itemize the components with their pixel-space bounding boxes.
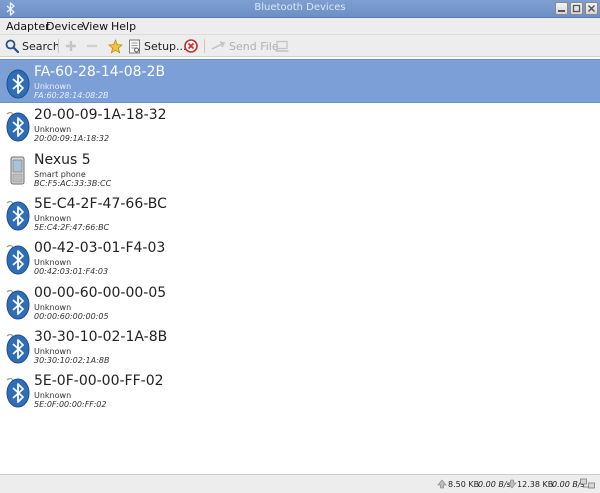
menu-adapter[interactable]: Adapter (6, 20, 50, 33)
device-address: 5E:C4:2F:47:66:BC (34, 223, 110, 232)
send-file-icon (211, 41, 226, 50)
maximize-button[interactable] (570, 2, 583, 15)
device-type: Unknown (34, 214, 72, 223)
title-bar[interactable]: Bluetooth Devices (0, 0, 600, 18)
bluetooth-icon (6, 377, 30, 408)
window-title: Bluetooth Devices (254, 2, 346, 13)
browse-button[interactable] (275, 37, 289, 55)
maximize-icon (572, 4, 581, 13)
device-row[interactable]: 00-00-60-00-00-05 Unknown 00:00:60:00:00… (0, 281, 600, 325)
device-row[interactable]: 5E-C4-2F-47-66-BC Unknown 5E:C4:2F:47:66… (0, 192, 600, 236)
network-status-icon (580, 478, 595, 489)
star-icon (108, 38, 123, 54)
bluetooth-icon (6, 244, 30, 275)
device-name: FA-60-28-14-08-2B (34, 64, 166, 80)
close-icon (587, 4, 596, 13)
bluetooth-icon (6, 200, 30, 231)
minus-icon (87, 44, 97, 48)
bluetooth-icon (6, 111, 30, 142)
device-address: 00:42:03:01:F4:03 (34, 267, 109, 276)
trust-button[interactable] (108, 37, 123, 55)
device-name: 20-00-09-1A-18-32 (34, 107, 167, 123)
search-label: Search (22, 39, 60, 53)
setup-button[interactable]: Setup... (128, 37, 187, 55)
minimize-icon (558, 10, 565, 12)
cancel-button[interactable] (184, 37, 198, 55)
device-row[interactable]: FA-60-28-14-08-2B Unknown FA:60:28:14:08… (0, 59, 600, 103)
device-name: 5E-C4-2F-47-66-BC (34, 196, 167, 212)
device-type: Unknown (34, 391, 72, 400)
search-icon (5, 39, 19, 53)
device-name: 00-42-03-01-F4-03 (34, 240, 166, 256)
device-name: 5E-0F-00-00-FF-02 (34, 373, 164, 389)
toolbar: Search Setup... Send File (0, 35, 600, 57)
device-name: Nexus 5 (34, 152, 91, 168)
status-bar: 8.50 KB 0.00 B/s 12.38 KB 0.00 B/s (0, 474, 600, 493)
search-button[interactable]: Search (5, 37, 60, 55)
menu-view[interactable]: View (82, 20, 108, 33)
device-address: FA:60:28:14:08:2B (34, 91, 109, 100)
send-file-label: Send File (229, 39, 279, 53)
upload-icon (437, 479, 447, 489)
setup-label: Setup... (144, 39, 187, 53)
menu-help[interactable]: Help (111, 20, 136, 33)
device-type: Unknown (34, 303, 72, 312)
device-type: Smart phone (34, 170, 86, 179)
cancel-icon (184, 39, 198, 53)
device-row[interactable]: 00-42-03-01-F4-03 Unknown 00:42:03:01:F4… (0, 236, 600, 280)
upload-total: 8.50 KB (448, 480, 480, 489)
device-row[interactable]: 30-30-10-02-1A-8B Unknown 30:30:10:02:1A… (0, 325, 600, 369)
device-type: Unknown (34, 82, 72, 91)
device-row[interactable]: 5E-0F-00-00-FF-02 Unknown 5E:0F:00:00:FF… (0, 369, 600, 413)
device-address: 20:00:09:1A:18:32 (34, 134, 110, 143)
close-button[interactable] (585, 2, 598, 15)
device-address: 00:00:60:00:00:05 (34, 312, 109, 321)
toolbar-separator (204, 39, 205, 53)
device-address: BC:F5:AC:33:3B:CC (34, 179, 112, 188)
device-row[interactable]: Nexus 5 Smart phone BC:F5:AC:33:3B:CC (0, 148, 600, 192)
minimize-button[interactable] (555, 2, 568, 15)
browse-device-icon (275, 40, 289, 52)
menu-bar: Adapter Device View Help (0, 18, 600, 35)
device-type: Unknown (34, 258, 72, 267)
bluetooth-icon (6, 289, 30, 320)
upload-rate: 0.00 B/s (478, 480, 511, 489)
device-name: 00-00-60-00-00-05 (34, 285, 167, 301)
send-file-button[interactable]: Send File (211, 37, 279, 55)
device-address: 5E:0F:00:00:FF:02 (34, 400, 107, 409)
device-name: 30-30-10-02-1A-8B (34, 329, 168, 345)
download-icon (507, 479, 517, 489)
plus-icon (66, 41, 76, 51)
device-type: Unknown (34, 347, 72, 356)
menu-device[interactable]: Device (46, 20, 84, 33)
device-list: FA-60-28-14-08-2B Unknown FA:60:28:14:08… (0, 57, 600, 474)
device-type: Unknown (34, 125, 72, 134)
add-button[interactable] (65, 37, 77, 55)
bluetooth-icon (6, 68, 30, 99)
toolbar-separator (58, 39, 59, 53)
bluetooth-icon (6, 333, 30, 364)
setup-icon (129, 39, 140, 53)
device-row[interactable]: 20-00-09-1A-18-32 Unknown 20:00:09:1A:18… (0, 103, 600, 147)
device-address: 30:30:10:02:1A:8B (34, 356, 110, 365)
download-total: 12.38 KB (517, 480, 554, 489)
remove-button[interactable] (86, 37, 98, 55)
smartphone-icon (10, 156, 25, 185)
